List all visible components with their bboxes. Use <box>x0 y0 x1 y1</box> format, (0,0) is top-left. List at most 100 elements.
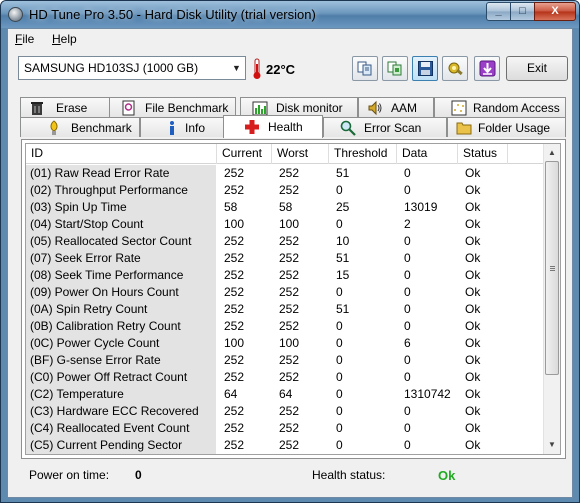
tab-error-scan-label: Error Scan <box>364 121 422 135</box>
cell-threshold: 0 <box>336 285 343 299</box>
cell-id: (C5) Current Pending Sector <box>26 437 216 454</box>
menu-help-mnemonic: H <box>52 32 61 46</box>
menu-help[interactable]: Help <box>52 32 77 46</box>
cell-id: (C0) Power Off Retract Count <box>26 369 216 386</box>
random-access-icon <box>451 100 467 116</box>
column-header-worst[interactable]: Worst <box>272 144 329 164</box>
tab-error-scan[interactable]: Error Scan <box>323 117 447 137</box>
options-button[interactable] <box>442 56 468 81</box>
table-row[interactable]: (09) Power On Hours Count 252 252 0 0 Ok <box>26 284 543 301</box>
table-row[interactable]: (04) Start/Stop Count 100 100 0 2 Ok <box>26 216 543 233</box>
cell-data: 2 <box>404 217 411 231</box>
cell-data: 0 <box>404 183 411 197</box>
cell-status: Ok <box>465 353 481 367</box>
cell-worst: 252 <box>279 234 300 248</box>
tab-folder-usage[interactable]: Folder Usage <box>447 117 566 137</box>
temperature-readout: 22°C <box>266 62 296 77</box>
cell-worst: 252 <box>279 251 300 265</box>
table-row[interactable]: (0C) Power Cycle Count 100 100 0 6 Ok <box>26 335 543 352</box>
cell-data: 0 <box>404 438 411 452</box>
table-row[interactable]: (01) Raw Read Error Rate 252 252 51 0 Ok <box>26 165 543 182</box>
save-button[interactable] <box>412 56 438 81</box>
close-button[interactable]: X <box>534 2 576 21</box>
cell-id: (08) Seek Time Performance <box>26 267 216 284</box>
copy-screenshot-button[interactable] <box>382 56 408 81</box>
tab-aam[interactable]: AAM <box>358 97 434 117</box>
column-header-id[interactable]: ID <box>26 144 217 164</box>
title-bar[interactable]: HD Tune Pro 3.50 - Hard Disk Utility (tr… <box>1 1 579 28</box>
cell-data: 0 <box>404 404 411 418</box>
drive-select[interactable]: SAMSUNG HD103SJ (1000 GB) ▼ <box>18 56 246 80</box>
cell-data: 0 <box>404 166 411 180</box>
minimize-button[interactable]: _ <box>486 2 511 21</box>
tab-disk-monitor[interactable]: Disk monitor <box>240 97 358 117</box>
table-row[interactable]: (07) Seek Error Rate 252 252 51 0 Ok <box>26 250 543 267</box>
cell-threshold: 0 <box>336 404 343 418</box>
cell-id: (01) Raw Read Error Rate <box>26 165 216 182</box>
cell-data: 0 <box>404 319 411 333</box>
column-header-status[interactable]: Status <box>458 144 508 164</box>
vertical-scrollbar[interactable]: ▲ ▼ <box>543 144 560 454</box>
tab-health-label: Health <box>268 120 303 134</box>
cell-status: Ok <box>465 404 481 418</box>
smart-attributes-table[interactable]: ID Current Worst Threshold Data Status (… <box>25 143 561 455</box>
cell-current: 252 <box>224 421 245 435</box>
cell-threshold: 0 <box>336 319 343 333</box>
cell-data: 0 <box>404 302 411 316</box>
table-row[interactable]: (C0) Power Off Retract Count 252 252 0 0 Ok <box>26 369 543 386</box>
cell-current: 252 <box>224 438 245 452</box>
table-row[interactable]: (05) Reallocated Sector Count 252 252 10 0 Ok <box>26 233 543 250</box>
cell-worst: 252 <box>279 353 300 367</box>
cell-current: 252 <box>224 166 245 180</box>
column-header-data[interactable]: Data <box>397 144 458 164</box>
tab-random-access[interactable]: Random Access <box>434 97 566 117</box>
cell-data: 0 <box>404 421 411 435</box>
scroll-up-arrow-icon[interactable]: ▲ <box>544 144 560 161</box>
maximize-button[interactable]: □ <box>510 2 535 21</box>
table-row[interactable]: (C3) Hardware ECC Recovered 252 252 0 0 Ok <box>26 403 543 420</box>
column-header-threshold[interactable]: Threshold <box>329 144 397 164</box>
table-row[interactable]: (0B) Calibration Retry Count 252 252 0 0 Ok <box>26 318 543 335</box>
table-row[interactable]: (BF) G-sense Error Rate 252 252 0 0 Ok <box>26 352 543 369</box>
tab-file-benchmark[interactable]: File Benchmark <box>109 97 236 117</box>
cell-data: 1310742 <box>404 387 451 401</box>
table-row[interactable]: (C4) Reallocated Event Count 252 252 0 0 Ok <box>26 420 543 437</box>
disk-monitor-icon <box>252 101 268 116</box>
table-row[interactable]: (02) Throughput Performance 252 252 0 0 Ok <box>26 182 543 199</box>
exit-button[interactable]: Exit <box>506 56 568 81</box>
tab-benchmark[interactable]: Benchmark <box>20 117 140 137</box>
download-button[interactable] <box>474 56 500 81</box>
cell-data: 13019 <box>404 200 438 214</box>
thermometer-icon <box>253 58 261 79</box>
cell-worst: 58 <box>279 200 293 214</box>
table-row[interactable]: (C2) Temperature 64 64 0 1310742 Ok <box>26 386 543 403</box>
table-row[interactable]: (08) Seek Time Performance 252 252 15 0 Ok <box>26 267 543 284</box>
cell-threshold: 15 <box>336 268 350 282</box>
column-header-current[interactable]: Current <box>217 144 272 164</box>
cell-status: Ok <box>465 421 481 435</box>
copy-icon <box>357 61 372 76</box>
cell-worst: 100 <box>279 217 300 231</box>
menu-file[interactable]: File <box>15 32 34 46</box>
cell-current: 252 <box>224 285 245 299</box>
client-area: File Help SAMSUNG HD103SJ (1000 GB) ▼ 22… <box>7 28 573 498</box>
cell-current: 252 <box>224 319 245 333</box>
benchmark-icon <box>50 120 58 135</box>
cell-id: (03) Spin Up Time <box>26 199 216 216</box>
tab-erase[interactable]: Erase <box>20 97 123 117</box>
table-row[interactable]: (0A) Spin Retry Count 252 252 51 0 Ok <box>26 301 543 318</box>
scroll-down-arrow-icon[interactable]: ▼ <box>544 436 560 453</box>
file-benchmark-icon <box>122 100 135 116</box>
tab-health[interactable]: Health <box>223 115 323 138</box>
tab-info[interactable]: Info <box>140 117 227 137</box>
cell-current: 252 <box>224 370 245 384</box>
table-body: (01) Raw Read Error Rate 252 252 51 0 Ok (02) … <box>26 165 543 454</box>
table-row[interactable]: (C5) Current Pending Sector 252 252 0 0 Ok <box>26 437 543 454</box>
scrollbar-thumb[interactable] <box>545 161 559 375</box>
cell-worst: 100 <box>279 336 300 350</box>
health-status-value: Ok <box>438 468 456 483</box>
cell-current: 64 <box>224 387 238 401</box>
cell-id: (BF) G-sense Error Rate <box>26 352 216 369</box>
table-row[interactable]: (03) Spin Up Time 58 58 25 13019 Ok <box>26 199 543 216</box>
copy-info-button[interactable] <box>352 56 378 81</box>
